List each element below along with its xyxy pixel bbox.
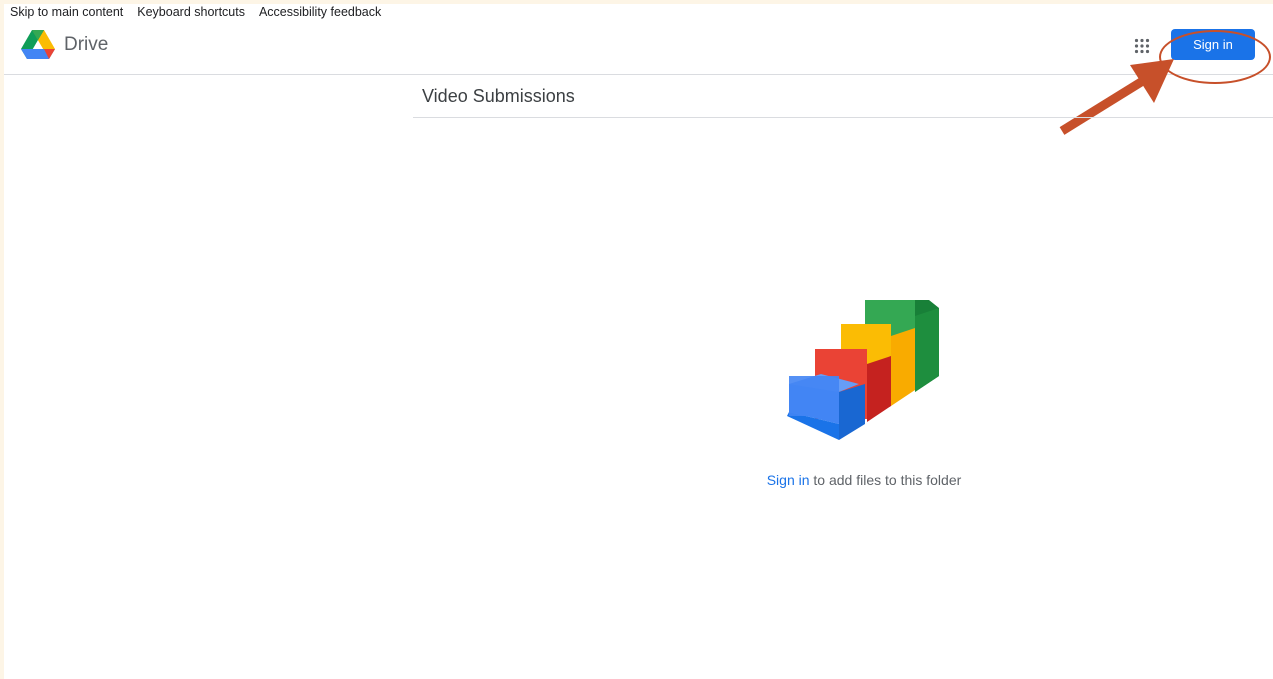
- google-drive-icon: [21, 30, 55, 59]
- skip-links-bar: Skip to main content Keyboard shortcuts …: [10, 4, 381, 20]
- empty-state-message: Sign in to add files to this folder: [704, 472, 1024, 488]
- sign-in-link[interactable]: Sign in: [767, 472, 810, 488]
- accessibility-feedback-link[interactable]: Accessibility feedback: [259, 4, 381, 20]
- folder-title: Video Submissions: [422, 86, 575, 106]
- keyboard-shortcuts-link[interactable]: Keyboard shortcuts: [137, 4, 245, 20]
- empty-state-text: to add files to this folder: [809, 472, 962, 488]
- browser-viewport: Skip to main content Keyboard shortcuts …: [4, 4, 1273, 679]
- app-name: Drive: [64, 34, 109, 55]
- empty-folder-illustration: [787, 300, 939, 440]
- skip-to-main-link[interactable]: Skip to main content: [10, 4, 123, 20]
- folder-title-bar: Video Submissions: [413, 75, 1273, 118]
- drive-logo[interactable]: Drive: [21, 30, 108, 60]
